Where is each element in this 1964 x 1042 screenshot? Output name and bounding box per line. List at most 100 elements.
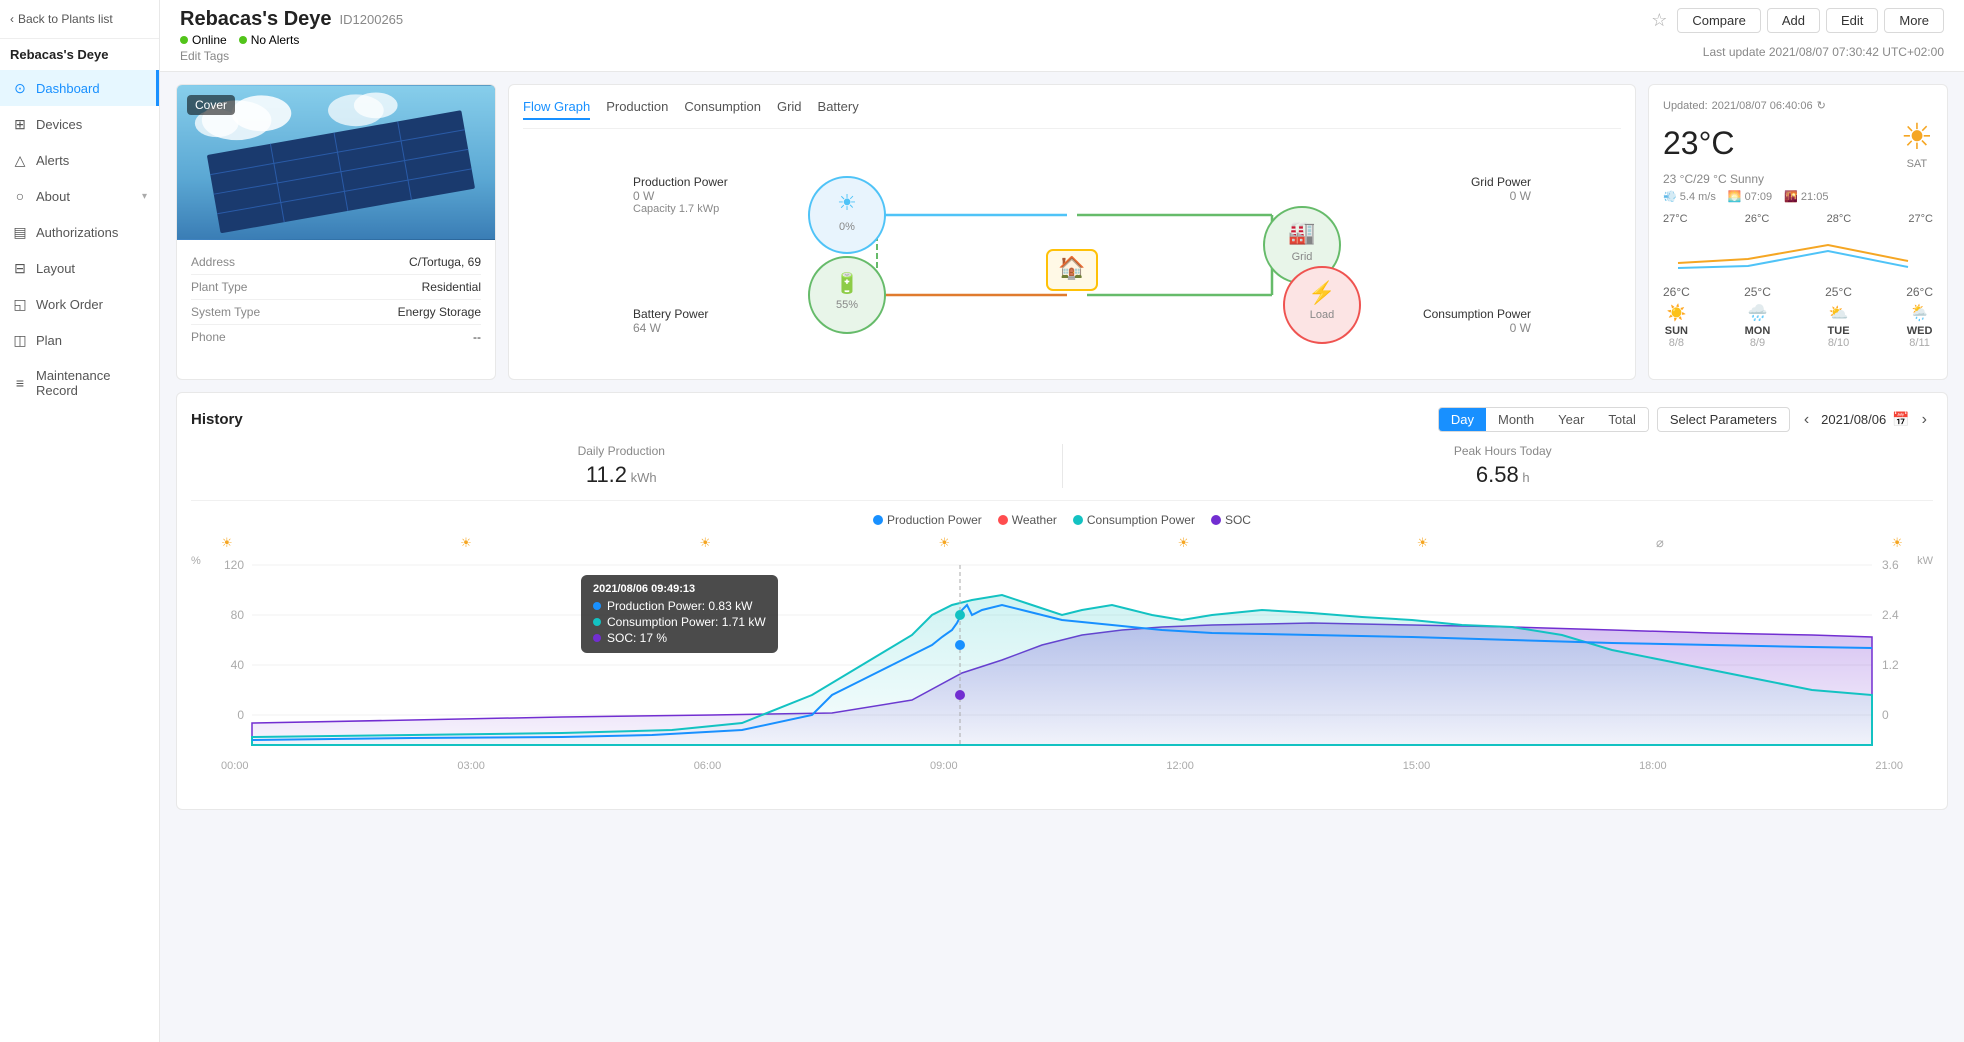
legend-soc: SOC bbox=[1211, 513, 1251, 527]
period-tab-year[interactable]: Year bbox=[1546, 408, 1596, 431]
sidebar-item-dashboard[interactable]: ⊙ Dashboard bbox=[0, 70, 159, 106]
devices-icon: ⊞ bbox=[12, 116, 28, 132]
weather-day-tue: 25°C ⛅ TUE 8/10 bbox=[1825, 285, 1852, 349]
weather-description: 23 °C/29 °C Sunny bbox=[1663, 172, 1933, 186]
weather-temperature: 23°C bbox=[1663, 125, 1735, 162]
x-label-2: 06:00 bbox=[694, 760, 722, 772]
history-stats: Daily Production 11.2 kWh Peak Hours Tod… bbox=[191, 444, 1933, 501]
chart-x-labels: 00:00 03:00 06:00 09:00 12:00 15:00 18:0… bbox=[191, 760, 1933, 772]
svg-text:0: 0 bbox=[1882, 708, 1889, 722]
sidebar-item-layout[interactable]: ⊟ Layout bbox=[0, 250, 159, 286]
legend-dot-weather bbox=[998, 515, 1008, 525]
chart-legend: Production Power Weather Consumption Pow… bbox=[191, 513, 1933, 527]
chevron-down-icon: ▾ bbox=[142, 191, 147, 202]
main-chart-svg: 120 80 40 0 3.6 2.4 1.2 0 bbox=[191, 555, 1933, 755]
plan-icon: ◫ bbox=[12, 332, 28, 348]
battery-label: Battery Power 64 W bbox=[633, 307, 708, 335]
select-parameters-button[interactable]: Select Parameters bbox=[1657, 407, 1790, 432]
legend-dot-soc bbox=[1211, 515, 1221, 525]
header-left: Rebacas's Deye ID1200265 Online No Alert… bbox=[180, 8, 403, 63]
grid-label: Grid Power 0 W bbox=[1471, 175, 1531, 203]
content-area: Cover Address C/Tortuga, 69 Plant Type R… bbox=[160, 72, 1964, 822]
peak-hours-stat: Peak Hours Today 6.58 h bbox=[1073, 444, 1934, 488]
plant-card: Cover Address C/Tortuga, 69 Plant Type R… bbox=[176, 84, 496, 380]
online-label: Online bbox=[192, 33, 227, 47]
edit-tags-link[interactable]: Edit Tags bbox=[180, 49, 403, 63]
top-row: Cover Address C/Tortuga, 69 Plant Type R… bbox=[176, 84, 1948, 380]
svg-text:80: 80 bbox=[231, 608, 245, 622]
sidebar-item-workorder[interactable]: ◱ Work Order bbox=[0, 286, 159, 322]
prev-date-button[interactable]: ‹ bbox=[1798, 409, 1815, 431]
period-tab-month[interactable]: Month bbox=[1486, 408, 1546, 431]
sidebar-item-devices[interactable]: ⊞ Devices bbox=[0, 106, 159, 142]
alerts-icon: △ bbox=[12, 152, 28, 168]
period-tab-total[interactable]: Total bbox=[1596, 408, 1647, 431]
header-right: ☆ Compare Add Edit More Last update 2021… bbox=[1651, 8, 1944, 59]
period-tab-day[interactable]: Day bbox=[1439, 408, 1486, 431]
sidebar-item-about[interactable]: ○ About ▾ bbox=[0, 178, 159, 214]
sidebar-item-authorizations[interactable]: ▤ Authorizations bbox=[0, 214, 159, 250]
svg-text:120: 120 bbox=[224, 558, 244, 572]
plant-info-address: Address C/Tortuga, 69 bbox=[191, 250, 481, 275]
svg-text:0: 0 bbox=[237, 708, 244, 722]
weather-day-wed: 26°C 🌦️ WED 8/11 bbox=[1906, 285, 1933, 349]
main-content: Rebacas's Deye ID1200265 Online No Alert… bbox=[160, 0, 1964, 1042]
favorite-icon[interactable]: ☆ bbox=[1651, 10, 1667, 31]
consumption-label: Consumption Power 0 W bbox=[1423, 307, 1531, 335]
next-date-button[interactable]: › bbox=[1916, 409, 1933, 431]
flow-tabs: Flow Graph Production Consumption Grid B… bbox=[523, 99, 1621, 129]
tab-grid[interactable]: Grid bbox=[777, 99, 802, 120]
add-button[interactable]: Add bbox=[1767, 8, 1820, 33]
production-label: Production Power 0 W Capacity 1.7 kWp bbox=[633, 175, 728, 215]
svg-text:0%: 0% bbox=[839, 221, 855, 233]
history-card: History Day Month Year Total Select Para… bbox=[176, 392, 1948, 810]
period-tabs: Day Month Year Total bbox=[1438, 407, 1649, 432]
svg-text:Load: Load bbox=[1310, 309, 1334, 321]
y-axis-left-label: % bbox=[191, 555, 201, 567]
plant-info-system-type: System Type Energy Storage bbox=[191, 300, 481, 325]
plant-cover-image: Cover bbox=[177, 85, 495, 240]
sidebar-plant-name: Rebacas's Deye bbox=[0, 39, 159, 70]
sidebar-item-maintenance[interactable]: ≡ Maintenance Record bbox=[0, 358, 159, 408]
svg-text:1.2: 1.2 bbox=[1882, 658, 1899, 672]
svg-text:🏠: 🏠 bbox=[1058, 255, 1085, 280]
weather-updated: Updated: 2021/08/07 06:40:06 ↻ bbox=[1663, 99, 1933, 112]
tab-flow-graph[interactable]: Flow Graph bbox=[523, 99, 590, 120]
weekly-forecast: 26°C ☀️ SUN 8/8 25°C 🌧️ MON 8/9 25°C ⛅ bbox=[1663, 285, 1933, 349]
edit-button[interactable]: Edit bbox=[1826, 8, 1878, 33]
x-label-5: 15:00 bbox=[1403, 760, 1431, 772]
hour-4: 27°C bbox=[1908, 213, 1933, 225]
calendar-button[interactable]: 📅 bbox=[1892, 411, 1909, 428]
history-date: 2021/08/06 bbox=[1821, 412, 1886, 427]
online-status: Online bbox=[180, 33, 227, 47]
hourly-forecast: 27°C 26°C 28°C 27°C bbox=[1663, 213, 1933, 281]
svg-text:Grid: Grid bbox=[1292, 251, 1313, 263]
more-button[interactable]: More bbox=[1884, 8, 1944, 33]
sun-icons-row: ☀ ☀ ☀ ☀ ☀ ☀ ⌀ ☀ bbox=[191, 535, 1933, 551]
refresh-icon[interactable]: ↻ bbox=[1817, 99, 1826, 112]
tab-consumption[interactable]: Consumption bbox=[684, 99, 761, 120]
online-dot bbox=[180, 36, 188, 44]
history-title: History bbox=[191, 411, 243, 428]
legend-consumption: Consumption Power bbox=[1073, 513, 1195, 527]
svg-text:3.6: 3.6 bbox=[1882, 558, 1899, 572]
tab-battery[interactable]: Battery bbox=[818, 99, 859, 120]
sun-icon-1: ☀ bbox=[221, 535, 233, 551]
sun-icon-4: ☀ bbox=[938, 535, 950, 551]
svg-text:☀: ☀ bbox=[837, 190, 857, 215]
back-to-plants[interactable]: ‹ Back to Plants list bbox=[0, 0, 159, 39]
page-header: Rebacas's Deye ID1200265 Online No Alert… bbox=[160, 0, 1964, 72]
weather-wind: 💨 5.4 m/s 🌅 07:09 🌇 21:05 bbox=[1663, 190, 1933, 203]
legend-dot-production bbox=[873, 515, 883, 525]
plant-info-plant-type: Plant Type Residential bbox=[191, 275, 481, 300]
alerts-dot bbox=[239, 36, 247, 44]
last-update: Last update 2021/08/07 07:30:42 UTC+02:0… bbox=[1703, 45, 1944, 59]
compare-button[interactable]: Compare bbox=[1677, 8, 1760, 33]
sun-icon-2: ☀ bbox=[460, 535, 472, 551]
tab-production[interactable]: Production bbox=[606, 99, 668, 120]
alerts-status: No Alerts bbox=[239, 33, 300, 47]
sun-icon-8: ☀ bbox=[1891, 535, 1903, 551]
sidebar-item-alerts[interactable]: △ Alerts bbox=[0, 142, 159, 178]
plant-info-phone: Phone -- bbox=[191, 325, 481, 349]
sidebar-item-plan[interactable]: ◫ Plan bbox=[0, 322, 159, 358]
